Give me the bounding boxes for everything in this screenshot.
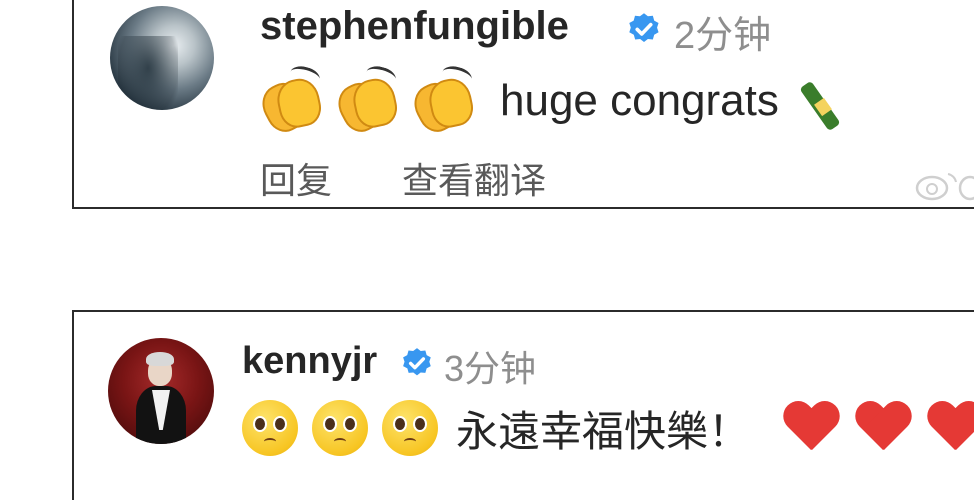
red-heart-icon: [782, 402, 840, 454]
pleading-face-icon: [312, 400, 368, 456]
timestamp: 3分钟: [444, 348, 537, 389]
comment-text: 永遠幸福快樂！: [242, 398, 974, 458]
username[interactable]: kennyjr: [242, 340, 377, 383]
red-heart-icon: [854, 402, 912, 454]
pleading-face-icon: [242, 400, 298, 456]
comment-card: kennyjr 3分钟 永遠幸福快樂！: [72, 310, 974, 500]
verified-badge-icon: [403, 348, 431, 376]
comment-actions: 回复 查看翻译: [260, 152, 606, 204]
username[interactable]: stephenfungible: [260, 4, 569, 49]
red-heart-icon: [926, 402, 974, 454]
comment-body: huge congrats: [500, 76, 779, 125]
comment-card: stephenfungible 2分钟 huge congrats 回复 查看翻…: [72, 0, 974, 209]
reply-button[interactable]: 回复: [260, 160, 332, 201]
clapping-hands-icon: [407, 63, 477, 139]
avatar[interactable]: [108, 338, 214, 444]
pleading-face-icon: [382, 400, 438, 456]
avatar[interactable]: [110, 6, 214, 110]
timestamp: 2分钟: [674, 15, 772, 57]
avatar-shading: [118, 36, 178, 110]
weibo-watermark-icon: [915, 173, 974, 201]
see-translation-button[interactable]: 查看翻译: [402, 160, 546, 201]
comment-body: 永遠幸福快樂！: [456, 407, 751, 455]
clapping-hands-icon: [331, 63, 401, 139]
clapping-hands-icon: [255, 63, 325, 139]
comment-text: huge congrats: [255, 63, 849, 139]
verified-badge-icon: [629, 13, 659, 43]
champagne-bottle-icon: [799, 70, 849, 132]
